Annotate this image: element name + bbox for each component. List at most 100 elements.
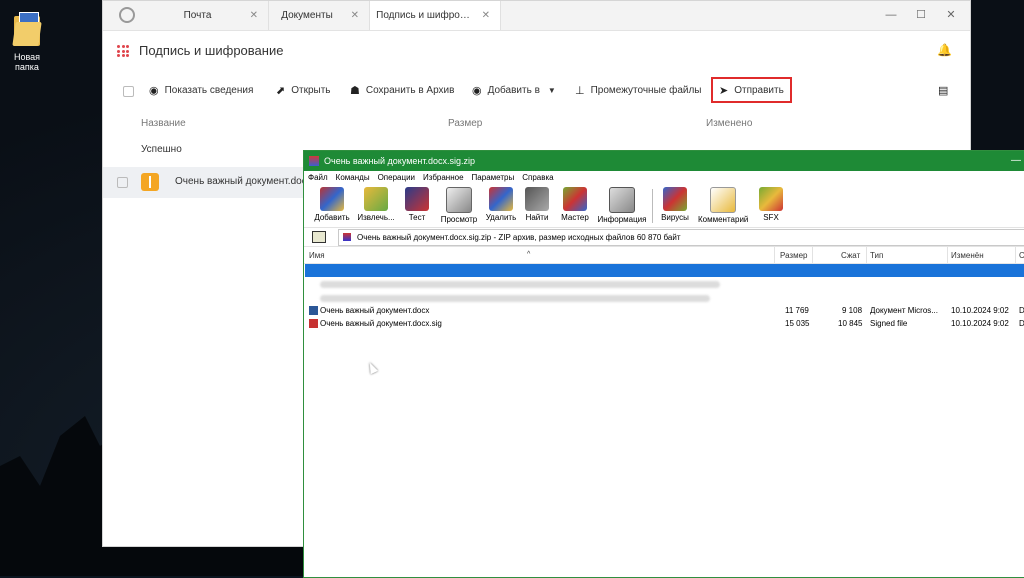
calendar-icon[interactable]: ▤	[938, 79, 954, 101]
info-badge-icon: ◉	[149, 84, 159, 97]
menu-options[interactable]: Параметры	[472, 171, 515, 185]
address-field[interactable]: Очень важный документ.docx.sig.zip - ZIP…	[338, 229, 1024, 246]
desktop-folder-label: Новая папка	[13, 52, 41, 72]
app-header: Подпись и шифрование 🔔	[103, 31, 970, 71]
tool-info[interactable]: Информация	[597, 187, 647, 224]
zip-file-icon	[141, 173, 159, 191]
binoculars-icon	[525, 187, 549, 211]
file-row[interactable]: Очень важный документ.docx 11 769 9 108 …	[304, 304, 1024, 317]
view-glasses-icon	[446, 187, 472, 213]
open-icon: ⬈	[276, 84, 286, 97]
tab-signing-label: Подпись и шифро…	[376, 10, 470, 21]
test-icon	[405, 187, 429, 211]
minimize-button[interactable]: —	[1011, 151, 1021, 171]
winrar-addressbar: Очень важный документ.docx.sig.zip - ZIP…	[304, 228, 1024, 247]
column-name[interactable]: Имя	[309, 251, 325, 260]
delete-icon	[489, 187, 513, 211]
file-row[interactable]: Очень важный документ.docx.sig 15 035 10…	[304, 317, 1024, 330]
tab-mail-label: Почта	[183, 10, 212, 21]
column-crc[interactable]: C	[1019, 251, 1024, 260]
add-to-button[interactable]: ◉ Добавить в ▼	[472, 79, 556, 101]
archive-icon: ☗	[350, 84, 360, 97]
up-folder-icon[interactable]	[312, 231, 326, 243]
menu-help[interactable]: Справка	[522, 171, 553, 185]
close-button[interactable]: ✕	[936, 1, 966, 30]
file-modified: 10.10.2024 9:02	[951, 319, 1009, 328]
winrar-title: Очень важный документ.docx.sig.zip	[324, 156, 476, 166]
column-size[interactable]: Размер	[448, 118, 482, 129]
chevron-down-icon: ▼	[547, 85, 556, 95]
winrar-menubar: Файл Команды Операции Избранное Параметр…	[304, 171, 1024, 185]
add-archive-icon	[320, 187, 344, 211]
address-text: Очень важный документ.docx.sig.zip - ZIP…	[357, 233, 681, 242]
file-packed: 9 108	[842, 306, 863, 315]
file-size: 15 035	[785, 319, 810, 328]
save-archive-button[interactable]: ☗ Сохранить в Архив	[350, 79, 454, 101]
sort-arrow-icon: ^	[527, 251, 531, 258]
tab-mail[interactable]: Почта ✕	[151, 1, 269, 30]
send-button[interactable]: ➤ Отправить	[711, 77, 792, 103]
tab-documents-label: Документы	[281, 10, 333, 21]
file-crc: D	[1019, 319, 1024, 328]
intermediate-files-button[interactable]: ⊥ Промежуточные файлы	[575, 79, 702, 101]
tab-close-icon[interactable]: ✕	[351, 10, 359, 21]
column-modified[interactable]: Изменён	[951, 251, 984, 260]
winrar-window: Очень важный документ.docx.sig.zip — Фай…	[303, 150, 1024, 578]
wizard-icon	[563, 187, 587, 211]
selected-row-parent[interactable]	[305, 264, 1024, 277]
file-list-header: Имя ^ Размер Сжат Тип Изменён C	[304, 247, 1024, 264]
virus-scan-icon	[663, 187, 687, 211]
blurred-row	[320, 295, 710, 302]
winrar-app-icon	[309, 156, 319, 166]
tool-wizard[interactable]: Мастер	[550, 187, 600, 222]
tab-signing[interactable]: Подпись и шифро… ✕	[370, 1, 501, 30]
column-name[interactable]: Название	[141, 118, 186, 129]
tool-virus[interactable]: Вирусы	[650, 187, 700, 222]
tool-add[interactable]: Добавить	[307, 187, 357, 222]
extract-icon	[364, 187, 388, 211]
tab-bar: Почта ✕ Документы ✕ Подпись и шифро… ✕ —…	[103, 1, 970, 31]
row-file-name: Очень важный документ.docx	[175, 176, 312, 187]
pin-icon: ⊥	[575, 84, 585, 97]
paper-plane-icon: ➤	[719, 84, 729, 97]
column-packed[interactable]: Сжат	[841, 251, 860, 260]
file-crc: D	[1019, 306, 1024, 315]
add-badge-icon: ◉	[472, 84, 482, 97]
tab-close-icon[interactable]: ✕	[250, 10, 258, 21]
open-label: Открыть	[291, 84, 331, 96]
minimize-button[interactable]: —	[876, 1, 906, 30]
page-title: Подпись и шифрование	[139, 43, 284, 58]
apps-grid-icon[interactable]	[117, 45, 129, 57]
select-all-checkbox[interactable]	[123, 86, 134, 97]
file-modified: 10.10.2024 9:02	[951, 306, 1009, 315]
menu-operations[interactable]: Операции	[378, 171, 415, 185]
blurred-row	[320, 281, 720, 288]
tab-documents[interactable]: Документы ✕	[269, 1, 370, 30]
menu-file[interactable]: Файл	[308, 171, 328, 185]
row-checkbox[interactable]	[117, 177, 128, 188]
tool-comment[interactable]: Комментарий	[698, 187, 748, 224]
tab-close-icon[interactable]: ✕	[482, 10, 490, 21]
comment-icon	[710, 187, 736, 213]
bell-icon[interactable]: 🔔	[937, 43, 952, 57]
menu-favorites[interactable]: Избранное	[423, 171, 464, 185]
desktop-folder[interactable]: Новая папка	[2, 12, 52, 72]
file-packed: 10 845	[838, 319, 863, 328]
signed-file-icon	[309, 319, 318, 328]
menu-commands[interactable]: Команды	[336, 171, 370, 185]
add-to-label: Добавить в	[487, 84, 540, 96]
open-button[interactable]: ⬈ Открыть	[276, 79, 331, 101]
group-success-label: Успешно	[141, 144, 182, 155]
column-type[interactable]: Тип	[870, 251, 883, 260]
file-name: Очень важный документ.docx	[320, 306, 430, 315]
column-size[interactable]: Размер	[780, 251, 808, 260]
save-archive-label: Сохранить в Архив	[365, 84, 455, 96]
sfx-icon	[759, 187, 783, 211]
tool-sfx[interactable]: SFX	[746, 187, 796, 222]
file-size: 11 769	[785, 306, 809, 315]
maximize-button[interactable]: ☐	[906, 1, 936, 30]
show-info-button[interactable]: ◉ Показать сведения	[149, 79, 253, 101]
intermediate-files-label: Промежуточные файлы	[590, 84, 702, 96]
column-modified[interactable]: Изменено	[706, 118, 752, 129]
info-icon	[609, 187, 635, 213]
